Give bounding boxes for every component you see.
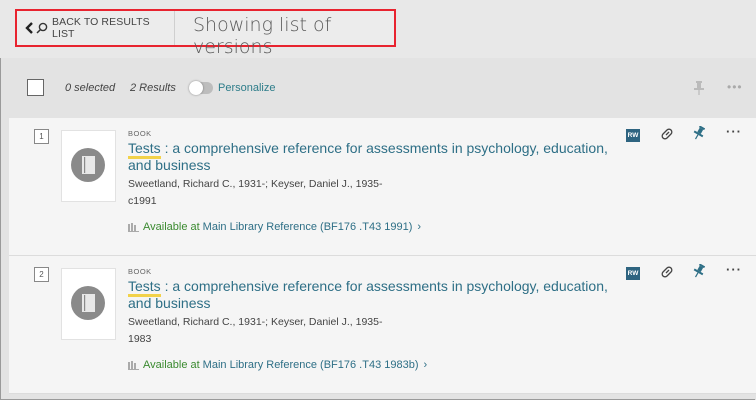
rw-badge[interactable]: RW [626,129,640,142]
resource-type: BOOK [128,129,152,138]
results-toolbar: 0 selected 2 Results Personalize ••• [0,66,756,110]
back-label: BACK TO RESULTS LIST [52,16,150,40]
book-icon [71,286,105,320]
availability-location: Main Library Reference (BF176 .T43 1991) [202,221,413,233]
pin-icon[interactable] [693,126,705,141]
rw-badge[interactable]: RW [626,267,640,280]
back-to-results-button[interactable]: BACK TO RESULTS LIST [17,11,175,45]
pin-icon[interactable] [693,264,705,279]
result-date: c1991 [128,195,157,207]
book-thumbnail [61,130,116,202]
book-location-icon [128,222,139,232]
more-options-icon[interactable]: ··· [726,124,742,139]
search-icon [36,22,48,34]
resource-type: BOOK [128,267,152,276]
link-icon[interactable] [660,127,674,141]
more-options-icon[interactable]: ••• [727,80,743,94]
link-icon[interactable] [660,265,674,279]
chevron-right-icon: › [423,359,428,371]
top-bar: BACK TO RESULTS LIST Showing list of ver… [0,0,756,58]
availability-status: Available at [143,221,200,233]
toggle-knob [189,81,203,95]
book-location-icon [128,360,139,370]
chevron-right-icon: › [417,221,422,233]
availability-status: Available at [143,359,200,371]
book-thumbnail [61,268,116,340]
availability-link[interactable]: Available at Main Library Reference (BF1… [128,359,427,371]
result-card[interactable]: 2 BOOK Tests : a comprehensive reference… [9,256,756,394]
availability-location: Main Library Reference (BF176 .T43 1983b… [202,359,419,371]
result-title[interactable]: Tests : a comprehensive reference for as… [128,140,628,174]
chevron-left-icon [25,22,33,34]
result-date: 1983 [128,333,152,345]
result-index: 1 [34,129,49,144]
select-all-checkbox[interactable] [27,79,44,96]
title-rest: : a comprehensive reference for assessme… [128,278,608,311]
result-title[interactable]: Tests : a comprehensive reference for as… [128,278,628,312]
personalize-toggle[interactable] [189,81,213,95]
result-index: 2 [34,267,49,282]
pin-icon[interactable] [694,81,704,95]
result-card[interactable]: 1 BOOK Tests : a comprehensive reference… [9,118,756,256]
highlight-box: BACK TO RESULTS LIST Showing list of ver… [15,9,396,58]
more-options-icon[interactable]: ··· [726,262,742,277]
title-rest: : a comprehensive reference for assessme… [128,140,608,173]
book-icon [71,148,105,182]
page-title: Showing list of versions [193,14,332,58]
selected-count: 0 selected [65,82,116,94]
result-author: Sweetland, Richard C., 1931-; Keyser, Da… [128,178,383,190]
result-author: Sweetland, Richard C., 1931-; Keyser, Da… [128,316,383,328]
results-count: 2 Results [130,82,176,94]
availability-link[interactable]: Available at Main Library Reference (BF1… [128,221,421,233]
personalize-label[interactable]: Personalize [218,82,275,94]
